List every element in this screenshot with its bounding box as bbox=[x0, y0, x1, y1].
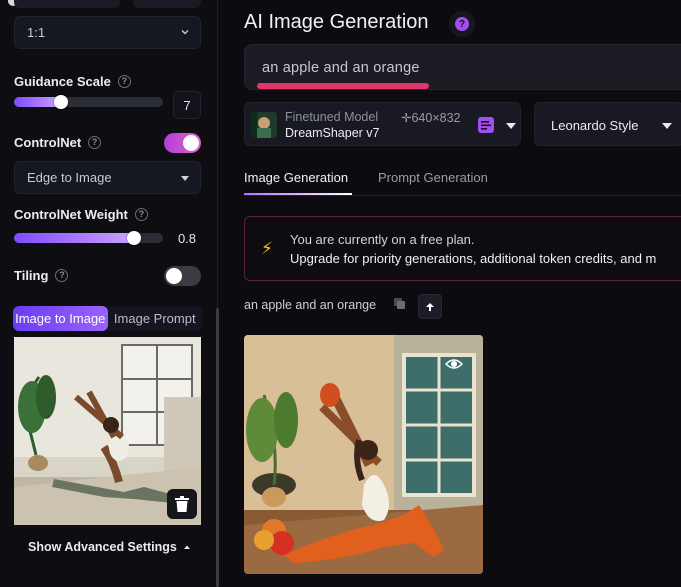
model-selector[interactable]: Finetuned Model DreamShaper v7 ✛640×832 bbox=[244, 102, 521, 146]
prompt-input[interactable]: an apple and an orange bbox=[244, 44, 681, 90]
help-icon[interactable]: ? bbox=[88, 136, 102, 149]
trash-icon bbox=[175, 496, 189, 512]
caret-down-icon bbox=[662, 123, 672, 129]
model-caption: Finetuned Model bbox=[285, 110, 379, 124]
controlnet-weight-slider[interactable] bbox=[14, 231, 163, 245]
generated-image[interactable] bbox=[244, 335, 483, 574]
tiling-label: Tiling ? bbox=[14, 268, 69, 283]
controlnet-weight-label: ControlNet Weight ? bbox=[14, 207, 148, 222]
style-selector[interactable]: Leonardo Style bbox=[534, 102, 681, 146]
caret-down-icon bbox=[506, 123, 516, 129]
delete-image-button[interactable] bbox=[167, 489, 197, 519]
guidance-scale-label: Guidance Scale ? bbox=[14, 74, 131, 89]
sidebar-scrollbar[interactable] bbox=[216, 308, 219, 587]
banner-line-1: You are currently on a free plan. bbox=[290, 232, 475, 247]
tab-image-generation[interactable]: Image Generation bbox=[244, 170, 348, 185]
controlnet-toggle[interactable] bbox=[164, 133, 201, 153]
slider-thumb[interactable] bbox=[54, 95, 68, 109]
aspect-ratio-value: 1:1 bbox=[27, 25, 46, 40]
tab-image-to-image[interactable]: Image to Image bbox=[13, 306, 108, 331]
controlnet-label: ControlNet ? bbox=[14, 135, 102, 150]
help-icon[interactable]: ? bbox=[55, 269, 69, 282]
aspect-ratio-select[interactable]: 1:1 bbox=[14, 16, 201, 49]
lightning-icon: ⚡ bbox=[261, 239, 273, 258]
edit-model-icon[interactable] bbox=[478, 117, 494, 133]
image-mode-tabs: Image to Image Image Prompt bbox=[13, 306, 202, 331]
help-icon: ? bbox=[455, 17, 469, 31]
slider-thumb[interactable] bbox=[127, 231, 141, 245]
toggle-knob bbox=[166, 268, 182, 284]
copy-icon[interactable] bbox=[393, 297, 407, 311]
caret-up-icon bbox=[183, 545, 190, 549]
tab-prompt-generation[interactable]: Prompt Generation bbox=[378, 170, 488, 185]
tiling-toggle[interactable] bbox=[164, 266, 201, 286]
left-sidebar: 1:1 Guidance Scale ? 7 ControlNet ? Edge… bbox=[0, 0, 218, 587]
help-icon[interactable]: ? bbox=[134, 208, 148, 221]
tab-image-prompt[interactable]: Image Prompt bbox=[108, 306, 203, 331]
title-help-button[interactable]: ? bbox=[449, 11, 475, 37]
active-tab-indicator bbox=[244, 193, 352, 195]
prompt-text: an apple and an orange bbox=[262, 60, 420, 76]
guidance-scale-value[interactable]: 7 bbox=[173, 91, 201, 119]
generation-prompt-text: an apple and an orange bbox=[244, 298, 377, 312]
caret-down-icon bbox=[181, 176, 189, 181]
model-thumbnail bbox=[251, 112, 277, 138]
toggle-knob bbox=[183, 135, 199, 151]
model-resolution: ✛640×832 bbox=[401, 111, 461, 125]
partial-select-top-right[interactable] bbox=[133, 0, 201, 8]
show-advanced-settings-button[interactable]: Show Advanced Settings bbox=[28, 540, 191, 554]
prompt-highlight bbox=[257, 83, 429, 89]
generation-tabs: Image Generation Prompt Generation bbox=[244, 170, 681, 196]
guidance-scale-slider[interactable] bbox=[14, 95, 163, 109]
page-title: AI Image Generation bbox=[244, 11, 429, 33]
free-plan-banner[interactable]: ⚡ You are currently on a free plan. Upgr… bbox=[244, 216, 681, 281]
slider-fill bbox=[14, 233, 134, 243]
banner-line-2: Upgrade for priority generations, additi… bbox=[290, 251, 657, 266]
controlnet-mode-select[interactable]: Edge to Image bbox=[14, 161, 201, 194]
reuse-prompt-button[interactable] bbox=[418, 294, 442, 319]
chevron-down-icon bbox=[181, 30, 189, 35]
eye-icon[interactable] bbox=[445, 355, 463, 373]
help-icon[interactable]: ? bbox=[117, 75, 131, 88]
init-image-preview[interactable] bbox=[14, 337, 201, 525]
controlnet-weight-value[interactable]: 0.8 bbox=[173, 224, 201, 252]
partial-select-top[interactable] bbox=[14, 0, 120, 8]
model-name: DreamShaper v7 bbox=[285, 126, 380, 140]
style-value: Leonardo Style bbox=[551, 118, 639, 133]
arrow-up-icon bbox=[426, 302, 434, 311]
controlnet-mode-value: Edge to Image bbox=[27, 170, 112, 185]
